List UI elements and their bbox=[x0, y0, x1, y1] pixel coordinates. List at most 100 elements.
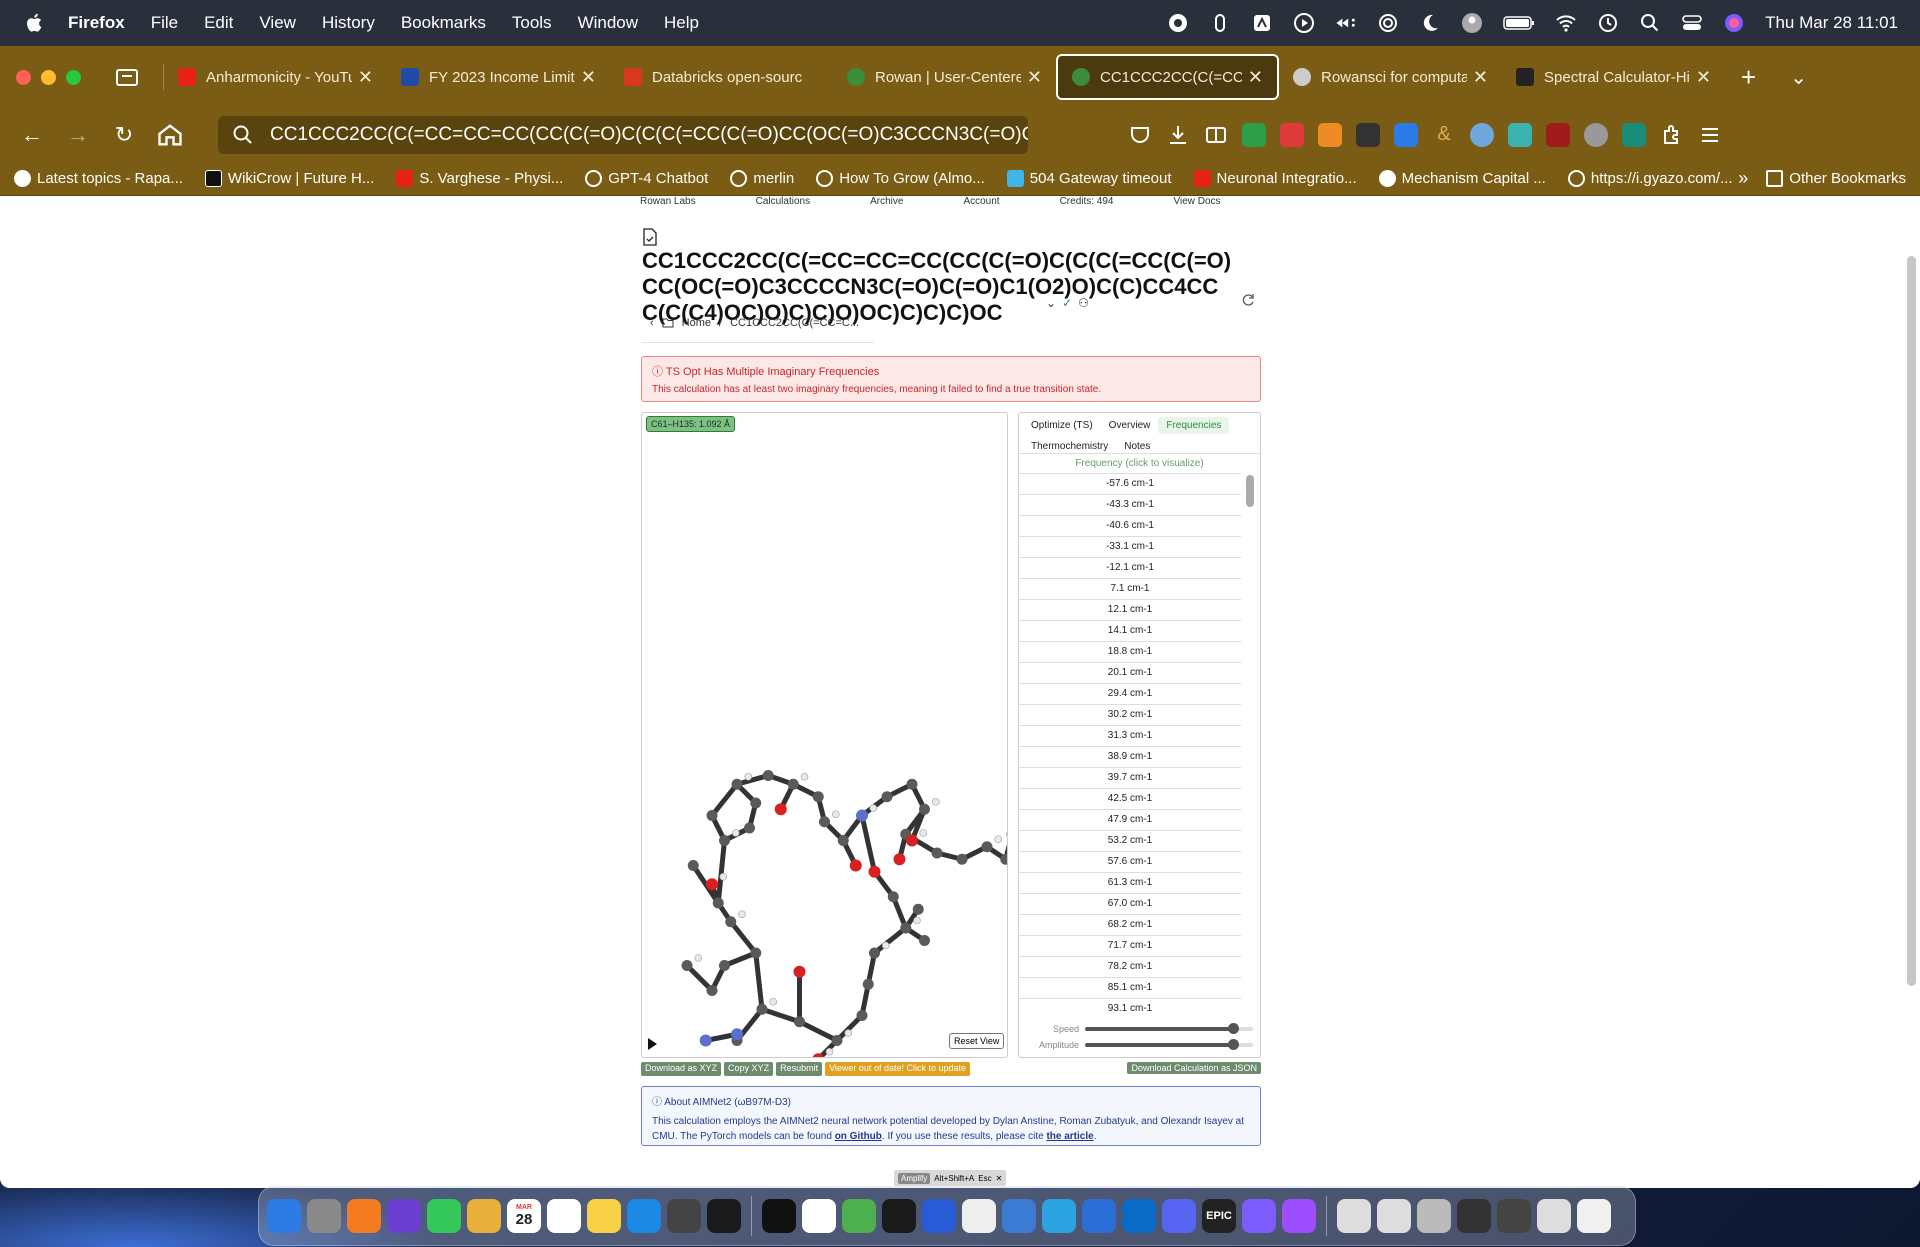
people-icon[interactable]: ⚇ bbox=[1078, 296, 1089, 310]
speed-slider[interactable] bbox=[1085, 1023, 1253, 1034]
tab-overview[interactable]: Overview bbox=[1101, 417, 1159, 434]
tab-spectral-calculator[interactable]: Spectral Calculator-Hi ✕ bbox=[1502, 54, 1725, 100]
menu-file[interactable]: File bbox=[151, 13, 178, 33]
url-bar[interactable]: CC1CCC2CC(C(=CC=CC=CC(CC(C(=O)C(C(C(=CC(… bbox=[218, 116, 1028, 154]
battery-icon[interactable] bbox=[1503, 12, 1535, 34]
frequency-row[interactable]: -40.6 cm-1 bbox=[1019, 515, 1241, 536]
help-icon[interactable] bbox=[1377, 1199, 1411, 1233]
menu-edit[interactable]: Edit bbox=[204, 13, 233, 33]
frequency-row[interactable]: 14.1 cm-1 bbox=[1019, 620, 1241, 641]
green-extension-icon[interactable] bbox=[1242, 123, 1266, 147]
signal-icon[interactable] bbox=[922, 1199, 956, 1233]
frequency-row[interactable]: -43.3 cm-1 bbox=[1019, 494, 1241, 515]
siri-icon[interactable] bbox=[1723, 12, 1745, 34]
frequency-row[interactable]: -33.1 cm-1 bbox=[1019, 536, 1241, 557]
more-bookmarks-chevron-icon[interactable]: » bbox=[1738, 168, 1748, 189]
tab-fy2023-income-limits[interactable]: FY 2023 Income Limits ✕ bbox=[387, 54, 610, 100]
close-tab-icon[interactable]: ✕ bbox=[581, 67, 596, 88]
frequency-scrollbar[interactable] bbox=[1246, 475, 1254, 507]
paperclip-icon[interactable] bbox=[1209, 12, 1231, 34]
frequency-row[interactable]: 31.3 cm-1 bbox=[1019, 725, 1241, 746]
frequency-row[interactable]: 57.6 cm-1 bbox=[1019, 851, 1241, 872]
github-link[interactable]: on Github bbox=[835, 1131, 882, 1142]
window-thumb-icon[interactable] bbox=[1417, 1199, 1451, 1233]
tab-databricks[interactable]: Databricks open-sourc bbox=[610, 54, 833, 100]
airdrop-icon[interactable] bbox=[1377, 12, 1399, 34]
breadcrumb-home[interactable]: Home bbox=[682, 317, 711, 329]
frequency-row[interactable]: 67.0 cm-1 bbox=[1019, 893, 1241, 914]
blue-extension-icon[interactable] bbox=[1394, 123, 1418, 147]
menu-view[interactable]: View bbox=[259, 13, 296, 33]
url-text[interactable]: CC1CCC2CC(C(=CC=CC=CC(CC(C(=O)C(C(C(=CC(… bbox=[270, 124, 1028, 146]
terminal-icon[interactable] bbox=[707, 1199, 741, 1233]
frequency-row[interactable]: 93.1 cm-1 bbox=[1019, 998, 1241, 1019]
chatgpt-icon[interactable] bbox=[762, 1199, 796, 1233]
menu-history[interactable]: History bbox=[322, 13, 375, 33]
amplitude-slider[interactable] bbox=[1085, 1039, 1253, 1050]
close-tab-icon[interactable]: ✕ bbox=[1473, 67, 1488, 88]
time-machine-icon[interactable] bbox=[1597, 12, 1619, 34]
metamask-fox-icon[interactable] bbox=[1318, 123, 1342, 147]
close-tab-icon[interactable]: ✕ bbox=[358, 67, 373, 88]
close-tab-icon[interactable]: ✕ bbox=[1027, 67, 1042, 88]
frequency-row[interactable]: 61.3 cm-1 bbox=[1019, 872, 1241, 893]
page-scrollbar[interactable] bbox=[1907, 256, 1916, 986]
nav-rowan-labs[interactable]: Rowan Labs bbox=[640, 196, 696, 208]
app-store-menu-icon[interactable] bbox=[1251, 12, 1273, 34]
tab-rowan-user-centered[interactable]: Rowan | User-Centere ✕ bbox=[833, 54, 1056, 100]
refresh-icon[interactable] bbox=[1240, 292, 1256, 308]
hamburger-menu-icon[interactable] bbox=[1698, 123, 1722, 147]
teal-extension-icon[interactable] bbox=[1622, 123, 1646, 147]
home-icon[interactable] bbox=[156, 121, 184, 149]
reminders-icon[interactable] bbox=[547, 1199, 581, 1233]
pocket-icon[interactable] bbox=[1128, 123, 1152, 147]
speed-slider-knob[interactable] bbox=[1227, 1023, 1239, 1034]
tab-active-calculation[interactable]: CC1CCC2CC(C(=CC=C ✕ bbox=[1056, 54, 1279, 100]
zoom-window-button[interactable] bbox=[66, 69, 81, 85]
frequency-row[interactable]: 85.1 cm-1 bbox=[1019, 977, 1241, 998]
menu-bookmarks[interactable]: Bookmarks bbox=[401, 13, 486, 33]
molecule-3d-render[interactable] bbox=[642, 413, 1007, 1057]
bookmark-s-varghese[interactable]: S. Varghese - Physi... bbox=[396, 170, 563, 187]
finder-icon[interactable] bbox=[267, 1199, 301, 1233]
frequency-row[interactable]: 20.1 cm-1 bbox=[1019, 662, 1241, 683]
epic-games-icon[interactable]: EPIC bbox=[1202, 1199, 1236, 1233]
window-thumb-icon[interactable] bbox=[1457, 1199, 1491, 1233]
back-arrow-icon[interactable]: ← bbox=[18, 121, 46, 149]
frequency-row[interactable]: 42.5 cm-1 bbox=[1019, 788, 1241, 809]
amplify-button[interactable]: Amplify bbox=[898, 1172, 931, 1184]
circle-a-extension-icon[interactable] bbox=[1584, 123, 1608, 147]
tab-optimize-ts[interactable]: Optimize (TS) bbox=[1023, 417, 1101, 434]
close-tab-icon[interactable]: ✕ bbox=[1696, 67, 1711, 88]
back-chevron-icon[interactable]: ‹ bbox=[650, 317, 654, 329]
preview-icon[interactable] bbox=[1002, 1199, 1036, 1233]
user-avatar-icon[interactable] bbox=[1461, 12, 1483, 34]
molecule-viewer[interactable]: C61–H135: 1.092 Å Reset View bbox=[641, 412, 1008, 1058]
viewer-outdated-button[interactable]: Viewer out of date! Click to update bbox=[825, 1062, 970, 1076]
tab-frequencies[interactable]: Frequencies bbox=[1158, 417, 1230, 434]
frequency-row[interactable]: 39.7 cm-1 bbox=[1019, 767, 1241, 788]
nav-calculations[interactable]: Calculations bbox=[756, 196, 810, 208]
reload-icon[interactable]: ↻ bbox=[110, 121, 138, 149]
bookmark-wikicrow[interactable]: WikiCrow | Future H... bbox=[204, 170, 374, 187]
resubmit-button[interactable]: Resubmit bbox=[776, 1062, 823, 1076]
frequency-row[interactable]: 7.1 cm-1 bbox=[1019, 578, 1241, 599]
rewind-icon[interactable] bbox=[1335, 12, 1357, 34]
moon-icon[interactable] bbox=[1419, 12, 1441, 34]
cyan-extension-icon[interactable] bbox=[1508, 123, 1532, 147]
tab-overview-icon[interactable] bbox=[115, 66, 139, 88]
bookmark-merlin[interactable]: merlin bbox=[730, 170, 794, 187]
tab-rowansci[interactable]: Rowansci for computat ✕ bbox=[1279, 54, 1502, 100]
play-circle-icon[interactable] bbox=[1293, 12, 1315, 34]
list-all-tabs-chevron-icon[interactable]: ⌄ bbox=[1790, 65, 1807, 90]
podcasts-icon[interactable] bbox=[1282, 1199, 1316, 1233]
forward-arrow-icon[interactable]: → bbox=[64, 121, 92, 149]
apple-icon[interactable] bbox=[24, 12, 46, 34]
reader-view-icon[interactable] bbox=[1204, 123, 1228, 147]
vscode-icon[interactable] bbox=[1122, 1199, 1156, 1233]
dark-extension-icon[interactable] bbox=[1356, 123, 1380, 147]
firefox-icon[interactable] bbox=[347, 1199, 381, 1233]
record-icon[interactable] bbox=[1167, 12, 1189, 34]
pages-icon[interactable] bbox=[962, 1199, 996, 1233]
frequency-row[interactable]: 53.2 cm-1 bbox=[1019, 830, 1241, 851]
